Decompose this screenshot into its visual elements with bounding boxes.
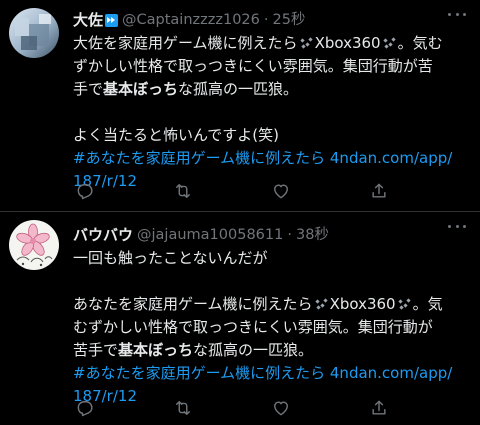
text-segment: 。気	[412, 295, 443, 313]
separator: ·	[287, 227, 292, 243]
tweet-header: バウバウ @jajauma10058611 · 38秒	[73, 225, 468, 245]
text-line: 一回も触ったことないんだが	[73, 249, 268, 267]
timeline: 大佐 @Captainzzzz1026 · 25秒 大佐を家庭用ゲーム機に例えた…	[0, 0, 480, 425]
text-segment: あなたを家庭用ゲーム機に例えたら	[73, 295, 313, 313]
text-segment: 大佐を家庭用ゲーム機に例えたら	[73, 34, 298, 52]
tweet[interactable]: 大佐 @Captainzzzz1026 · 25秒 大佐を家庭用ゲーム機に例えた…	[0, 0, 480, 212]
text-segment: な孤高の一匹狼。	[193, 341, 314, 359]
bold-text: 基本ぼっち	[118, 341, 194, 359]
reply-icon[interactable]	[75, 398, 95, 418]
avatar[interactable]	[9, 220, 59, 270]
sparkles-icon	[314, 298, 328, 310]
heart-icon[interactable]	[271, 181, 291, 201]
tweet-body: 大佐 @Captainzzzz1026 · 25秒 大佐を家庭用ゲーム機に例えた…	[73, 10, 468, 193]
text-line: 手で基本ぼっちな孤高の一匹狼。	[73, 78, 468, 101]
text-segment: Xbox360	[314, 34, 381, 52]
hashtag-link[interactable]: #あなたを家庭用ゲーム機に例えたら 4ndan.com/app/	[73, 362, 468, 385]
avatar-image	[9, 8, 59, 58]
text-line: ずかしい性格で取っつきにくい雰囲気。集団行動が苦	[73, 57, 433, 75]
more-horizontal-icon[interactable]	[448, 12, 466, 16]
bot-label-icon	[105, 13, 119, 27]
text-segment: 。気む	[397, 34, 443, 52]
retweet-icon[interactable]	[173, 398, 193, 418]
tweet[interactable]: バウバウ @jajauma10058611 · 38秒 一回も触ったことないんだ…	[0, 212, 480, 425]
tweet-text: 大佐を家庭用ゲーム機に例えたら Xbox360 。気む ずかしい性格で取っつきにくい…	[73, 32, 468, 193]
text-segment: 苦手で	[73, 341, 119, 359]
reply-icon[interactable]	[75, 181, 95, 201]
share-icon[interactable]	[369, 398, 389, 418]
tweet-body: バウバウ @jajauma10058611 · 38秒 一回も触ったことないんだ…	[73, 225, 468, 408]
sparkles-icon	[382, 37, 396, 49]
text-segment: な孤高の一匹狼。	[178, 80, 299, 98]
retweet-icon[interactable]	[173, 181, 193, 201]
display-name[interactable]: バウバウ	[73, 225, 133, 245]
sparkles-icon	[299, 37, 313, 49]
sparkles-icon	[397, 298, 411, 310]
text-line: むずかしい性格で取っつきにくい雰囲気。集団行動が	[73, 318, 433, 336]
tweet-text: 一回も触ったことないんだが あなたを家庭用ゲーム機に例えたら Xbox360 。気 …	[73, 247, 468, 408]
timestamp[interactable]: 38秒	[296, 225, 329, 245]
share-icon[interactable]	[369, 181, 389, 201]
text-line: 苦手で基本ぼっちな孤高の一匹狼。	[73, 339, 468, 362]
timestamp[interactable]: 25秒	[272, 10, 305, 30]
tweet-actions	[73, 398, 468, 418]
display-name[interactable]: 大佐	[73, 10, 103, 30]
handle[interactable]: @jajauma10058611	[137, 225, 283, 245]
bold-text: 基本ぼっち	[103, 80, 179, 98]
tweet-header: 大佐 @Captainzzzz1026 · 25秒	[73, 10, 468, 30]
avatar[interactable]	[9, 8, 59, 58]
text-segment: 手で	[73, 80, 104, 98]
separator: ·	[263, 12, 269, 28]
text-segment: Xbox360	[329, 295, 396, 313]
hashtag-link[interactable]: #あなたを家庭用ゲーム機に例えたら 4ndan.com/app/	[73, 147, 468, 170]
text-line: あなたを家庭用ゲーム機に例えたら Xbox360 。気	[73, 293, 468, 316]
more-horizontal-icon[interactable]	[448, 224, 466, 228]
avatar-image	[9, 220, 59, 270]
text-line: 大佐を家庭用ゲーム機に例えたら Xbox360 。気む	[73, 32, 468, 55]
tweet-actions	[73, 181, 468, 201]
text-line: よく当たると怖いんですよ(笑)	[73, 126, 279, 144]
handle[interactable]: @Captainzzzz1026	[122, 10, 260, 30]
heart-icon[interactable]	[271, 398, 291, 418]
